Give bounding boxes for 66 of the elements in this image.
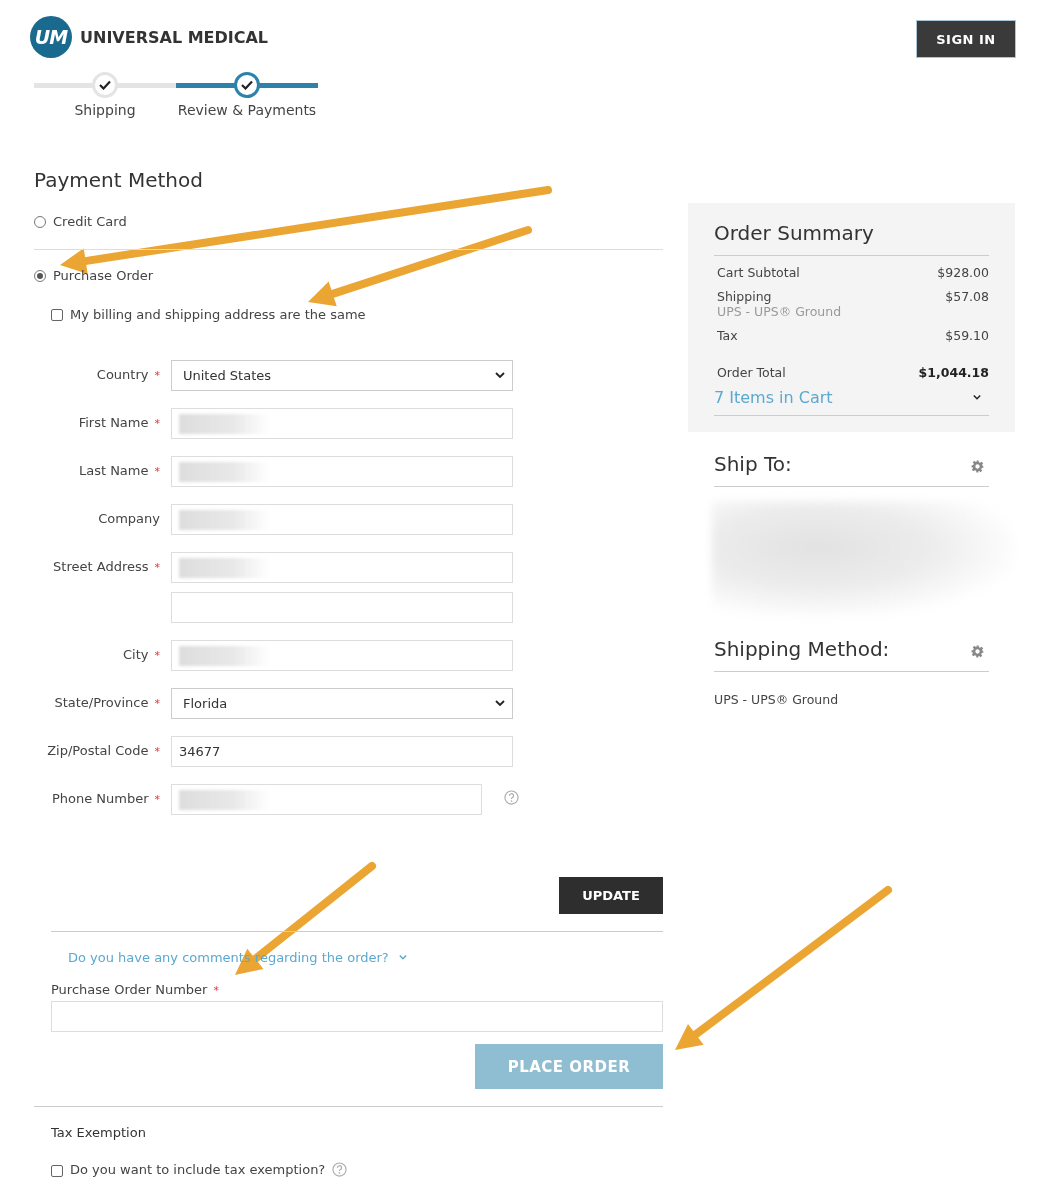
summary-amount: $57.08 [945, 289, 989, 306]
required-mark: * [154, 369, 160, 382]
required-mark: * [154, 745, 160, 758]
field-label: Purchase Order Number [51, 982, 208, 997]
summary-amount: $1,044.18 [918, 365, 989, 380]
panel-title: Order Summary [714, 221, 989, 256]
input-field[interactable] [171, 456, 513, 487]
section-title: Ship To: [714, 452, 792, 476]
summary-label: Tax [717, 328, 738, 343]
required-mark: * [154, 793, 160, 806]
section-title: Payment Method [34, 168, 204, 192]
input-field[interactable] [51, 1001, 663, 1032]
logo-icon: UM [30, 16, 72, 58]
required-mark: * [154, 697, 160, 710]
field-label: Country [96, 367, 149, 382]
field-label: City [123, 647, 149, 662]
input-field[interactable]: 34677 [171, 736, 513, 767]
required-mark: * [154, 649, 160, 662]
field-label: Phone Number [51, 791, 149, 806]
summary-note: UPS - UPS® Ground [717, 304, 842, 319]
input-field[interactable] [171, 640, 513, 671]
summary-amount: $928.00 [937, 265, 989, 280]
field-label: Company [98, 511, 160, 526]
input-field[interactable] [171, 552, 513, 583]
summary-label: Cart Subtotal [717, 265, 800, 280]
input-field[interactable] [171, 784, 482, 815]
chevron-down-icon [495, 700, 505, 707]
input-field[interactable] [171, 408, 513, 439]
field-label: Street Address [53, 559, 149, 574]
brand-name: UNIVERSAL MEDICAL [80, 27, 269, 47]
summary-amount: $59.10 [945, 328, 989, 343]
summary-label: Shipping [717, 289, 772, 304]
shipping-method-value: UPS - UPS® Ground [714, 692, 840, 707]
settings-icon[interactable] [971, 645, 984, 658]
input-field[interactable] [171, 504, 513, 535]
checkbox-label: Do you want to include tax exemption? [70, 1162, 326, 1177]
radio-button[interactable] [34, 269, 46, 282]
section-label: Tax Exemption [51, 1125, 147, 1140]
sign-in-button[interactable]: SIGN IN [916, 20, 1016, 58]
checkbox[interactable] [51, 1165, 63, 1177]
chevron-down-icon[interactable] [973, 394, 981, 401]
field-label: First Name [78, 415, 149, 430]
required-mark: * [154, 417, 160, 430]
radio-button[interactable] [34, 215, 46, 228]
required-mark: * [154, 465, 160, 478]
checkbox-label: My billing and shipping address are the same [70, 307, 366, 322]
summary-label: Order Total [717, 365, 786, 380]
field-label: State/Province [54, 695, 149, 710]
update-button[interactable]: UPDATE [559, 877, 663, 914]
section-title: Shipping Method: [714, 637, 890, 661]
settings-icon[interactable] [971, 460, 984, 473]
select-field[interactable]: Florida [171, 688, 513, 719]
field-label: Last Name [78, 463, 149, 478]
select-field[interactable]: United States [171, 360, 513, 391]
help-icon[interactable] [504, 790, 519, 805]
help-icon[interactable] [332, 1162, 348, 1177]
radio-label: Credit Card [53, 214, 127, 229]
field-label: Zip/Postal Code [47, 743, 149, 758]
radio-label: Purchase Order [53, 268, 154, 283]
checkbox[interactable] [51, 308, 63, 321]
required-mark: * [154, 561, 160, 574]
step-label: Shipping [74, 102, 136, 118]
step-label: Review & Payments [177, 102, 317, 118]
required-mark: * [213, 984, 219, 997]
chevron-down-icon [495, 372, 505, 379]
input-field[interactable] [171, 592, 513, 623]
